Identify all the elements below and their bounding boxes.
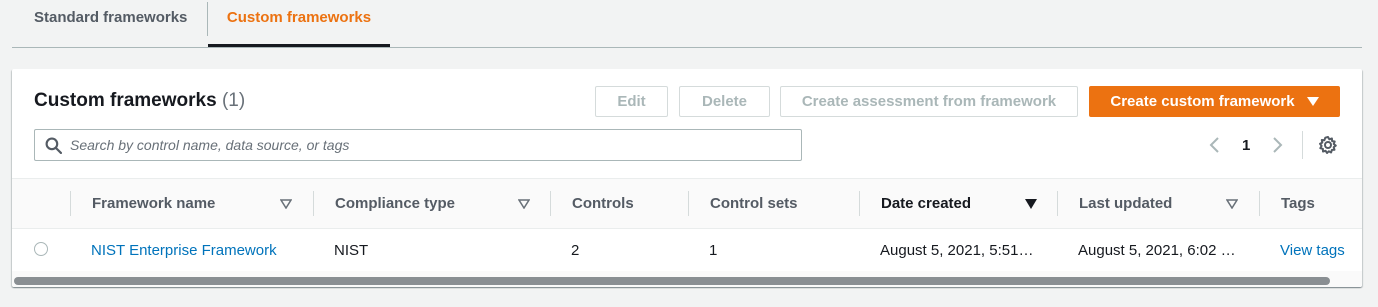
search-icon (45, 137, 62, 154)
table-header: Framework name Compliance type Controls … (12, 178, 1362, 229)
column-header-control-sets: Control sets (710, 195, 798, 212)
column-divider (550, 191, 551, 216)
sort-descending-icon[interactable] (1025, 179, 1037, 228)
column-divider (1259, 191, 1260, 216)
column-divider (1057, 191, 1058, 216)
column-divider (688, 191, 689, 216)
table-row[interactable]: NIST Enterprise Framework NIST 2 1 Augus… (12, 229, 1362, 271)
column-header-last-updated[interactable]: Last updated (1079, 179, 1172, 228)
pagination-page-1[interactable]: 1 (1242, 133, 1250, 157)
compliance-type-cell: NIST (334, 241, 369, 259)
sort-icon[interactable] (518, 179, 530, 228)
sort-icon[interactable] (1226, 179, 1238, 228)
column-divider (859, 191, 860, 216)
search-input[interactable] (70, 130, 790, 160)
panel-count: (1) (221, 90, 246, 111)
gear-icon (1319, 136, 1337, 154)
column-header-date-created[interactable]: Date created (881, 179, 971, 228)
row-select-radio[interactable] (34, 242, 48, 256)
view-tags-link[interactable]: View tags (1280, 229, 1345, 271)
horizontal-scrollbar[interactable] (12, 271, 1362, 287)
column-header-compliance-type[interactable]: Compliance type (335, 179, 455, 228)
create-custom-framework-label: Create custom framework (1110, 93, 1295, 110)
control-sets-cell: 1 (709, 241, 718, 259)
preferences-button[interactable] (1318, 133, 1338, 157)
caret-down-icon (1306, 97, 1319, 106)
edit-button[interactable]: Edit (595, 86, 668, 117)
pagination-divider (1302, 131, 1303, 159)
chevron-right-icon (1273, 137, 1283, 153)
search-box (34, 129, 802, 161)
framework-name-link[interactable]: NIST Enterprise Framework (91, 229, 277, 271)
delete-button[interactable]: Delete (679, 86, 770, 117)
tab-standard-frameworks[interactable]: Standard frameworks (34, 0, 187, 47)
panel-title: Custom frameworks (1) (34, 90, 245, 112)
column-divider (313, 191, 314, 216)
chevron-left-icon (1209, 137, 1219, 153)
controls-cell: 2 (571, 241, 580, 259)
last-updated-cell: August 5, 2021, 6:02 … (1078, 241, 1236, 259)
scrollbar-thumb[interactable] (14, 277, 1330, 285)
panel-title-text: Custom frameworks (34, 90, 217, 111)
column-header-tags: Tags (1281, 195, 1315, 212)
column-divider (70, 191, 71, 216)
pagination-previous[interactable] (1208, 133, 1220, 157)
tab-bar: Standard frameworks Custom frameworks (12, 0, 1362, 48)
tab-custom-frameworks[interactable]: Custom frameworks (208, 0, 390, 47)
date-created-cell: August 5, 2021, 5:51… (880, 241, 1034, 259)
sort-icon[interactable] (280, 179, 292, 228)
column-header-controls: Controls (572, 195, 634, 212)
create-custom-framework-button[interactable]: Create custom framework (1089, 86, 1340, 117)
column-header-framework-name[interactable]: Framework name (92, 179, 215, 228)
pagination-next[interactable] (1272, 133, 1284, 157)
custom-frameworks-panel: Custom frameworks (1) Edit Delete Create… (12, 69, 1362, 287)
create-assessment-button[interactable]: Create assessment from framework (780, 86, 1078, 117)
